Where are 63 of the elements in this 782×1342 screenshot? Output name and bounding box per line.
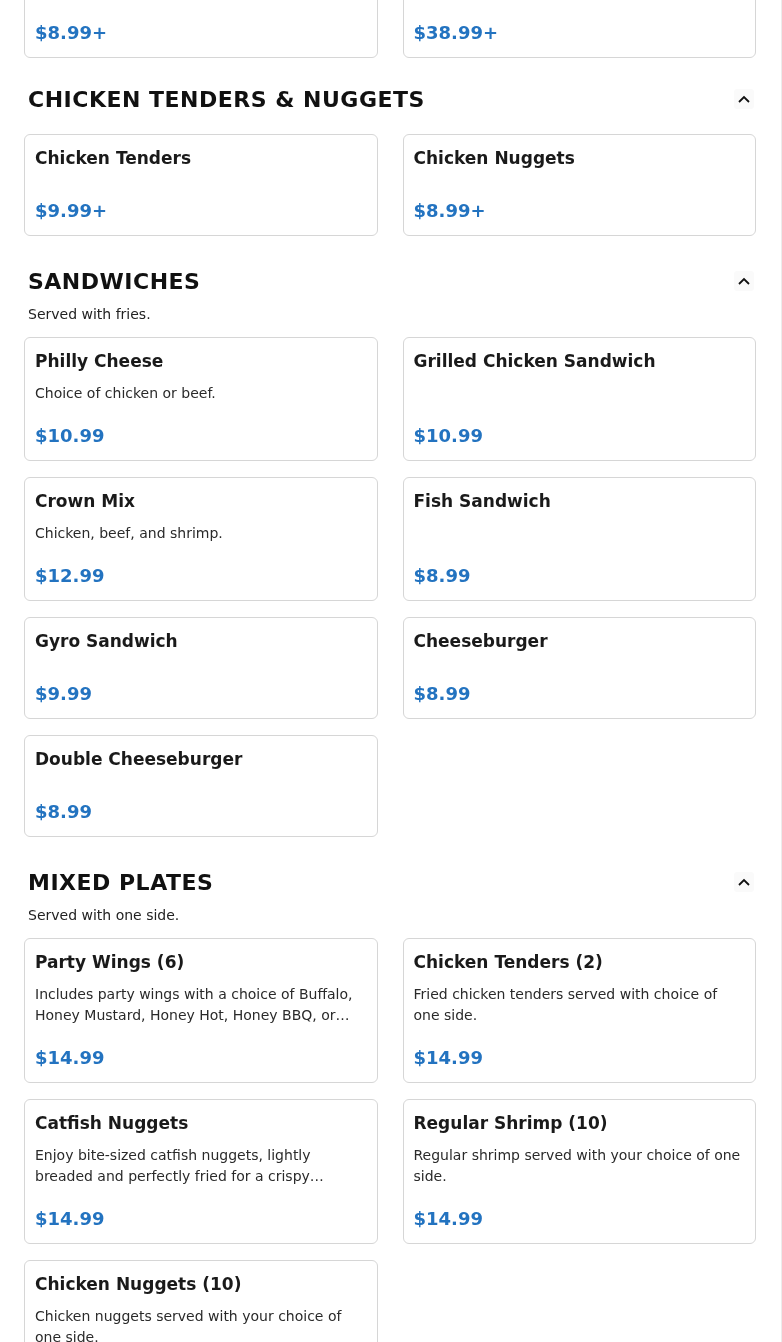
item-name: Catfish Nuggets [35,1112,190,1135]
item-name: Fish Sandwich [413,490,552,513]
menu-item-card[interactable]: Chicken Tenders (2) Fried chicken tenders served with choice of one side. $14.99 [402,938,756,1083]
item-price: $9.99+ [35,199,109,223]
item-price: $14.99 [413,1207,484,1231]
collapse-toggle[interactable] [734,872,754,892]
item-name: Philly Cheese [35,350,165,373]
menu-item-card[interactable]: Regular Shrimp (10) Regular shrimp served with your choice of one side. $14.99 [402,1099,756,1244]
collapse-toggle[interactable] [734,89,754,109]
item-description: Chicken, beef, and shrimp. [35,524,224,543]
section-note: Served with fries. [28,305,152,324]
item-name: Regular Shrimp (10) [413,1112,609,1135]
item-name: Grilled Chicken Sandwich [413,350,657,373]
item-price: $38.99+ [413,21,500,45]
menu-item-card[interactable]: Chicken Nuggets $8.99+ [402,134,756,236]
section-note: Served with one side. [28,906,181,925]
item-name: Chicken Tenders [35,147,193,170]
item-price: $10.99 [35,424,106,448]
item-name: Crown Mix [35,490,136,513]
item-description: Chicken nuggets served with your choice of one side. [35,1307,343,1342]
chevron-up-icon [738,878,750,886]
item-name: Chicken Nuggets (10) [35,1273,243,1296]
item-price: $8.99+ [413,199,487,223]
item-name: Chicken Tenders (2) [413,951,604,974]
menu-item-card[interactable]: Fish Sandwich $8.99 [402,477,756,601]
menu-item-card[interactable]: Catfish Nuggets Enjoy bite-sized catfish nuggets, lightly breaded and perfectly fried for a crispy… $14.99 [24,1099,378,1244]
section-heading: SANDWICHES [28,268,201,294]
menu-item-card[interactable]: Chicken Tenders $9.99+ [24,134,378,236]
item-price: $10.99 [413,424,484,448]
item-description: Regular shrimp served with your choice of one side. [413,1146,742,1186]
section-heading: CHICKEN TENDERS & NUGGETS [28,86,425,112]
section-heading: MIXED PLATES [28,869,214,895]
item-price: $14.99 [35,1207,106,1231]
item-price: $9.99 [35,682,93,706]
menu-item-card[interactable]: Party Wings (6) Includes party wings with a choice of Buffalo, Honey Mustard, Honey Hot, Honey BBQ, or… $14.99 [24,938,378,1083]
item-name: Party Wings (6) [35,951,186,974]
menu-item-card[interactable]: Chicken Nuggets (10) Chicken nuggets served with your choice of one side. [24,1260,378,1342]
item-name: Cheeseburger [413,630,549,653]
menu-item-card[interactable]: Gyro Sandwich $9.99 [24,617,378,719]
menu-item-card[interactable]: $38.99+ [402,0,756,58]
item-price: $8.99 [413,682,472,706]
item-price: $8.99 [35,800,93,824]
item-price: $8.99 [413,564,472,588]
item-description: Fried chicken tenders served with choice of one side. [413,985,719,1025]
item-price: $12.99 [35,564,106,588]
chevron-up-icon [738,95,750,103]
menu-item-card[interactable]: Crown Mix Chicken, beef, and shrimp. $12.99 [24,477,378,601]
item-price: $8.99+ [35,21,109,45]
menu-item-card[interactable]: Double Cheeseburger $8.99 [24,735,378,837]
menu-item-card[interactable]: Grilled Chicken Sandwich $10.99 [402,337,756,461]
item-description: Includes party wings with a choice of Buffalo, Honey Mustard, Honey Hot, Honey BBQ, or… [35,985,354,1025]
item-name: Double Cheeseburger [35,748,244,771]
item-price: $14.99 [413,1046,484,1070]
item-price: $14.99 [35,1046,106,1070]
item-name: Gyro Sandwich [35,630,179,653]
menu-item-card[interactable]: $8.99+ [24,0,378,58]
chevron-up-icon [738,277,750,285]
menu-item-card[interactable]: Philly Cheese Choice of chicken or beef. $10.99 [24,337,378,461]
menu-item-card[interactable]: Cheeseburger $8.99 [402,617,756,719]
item-description: Choice of chicken or beef. [35,384,217,403]
item-name: Chicken Nuggets [413,147,576,170]
collapse-toggle[interactable] [734,271,754,291]
item-description: Enjoy bite-sized catfish nuggets, lightly breaded and perfectly fried for a crispy… [35,1146,325,1186]
